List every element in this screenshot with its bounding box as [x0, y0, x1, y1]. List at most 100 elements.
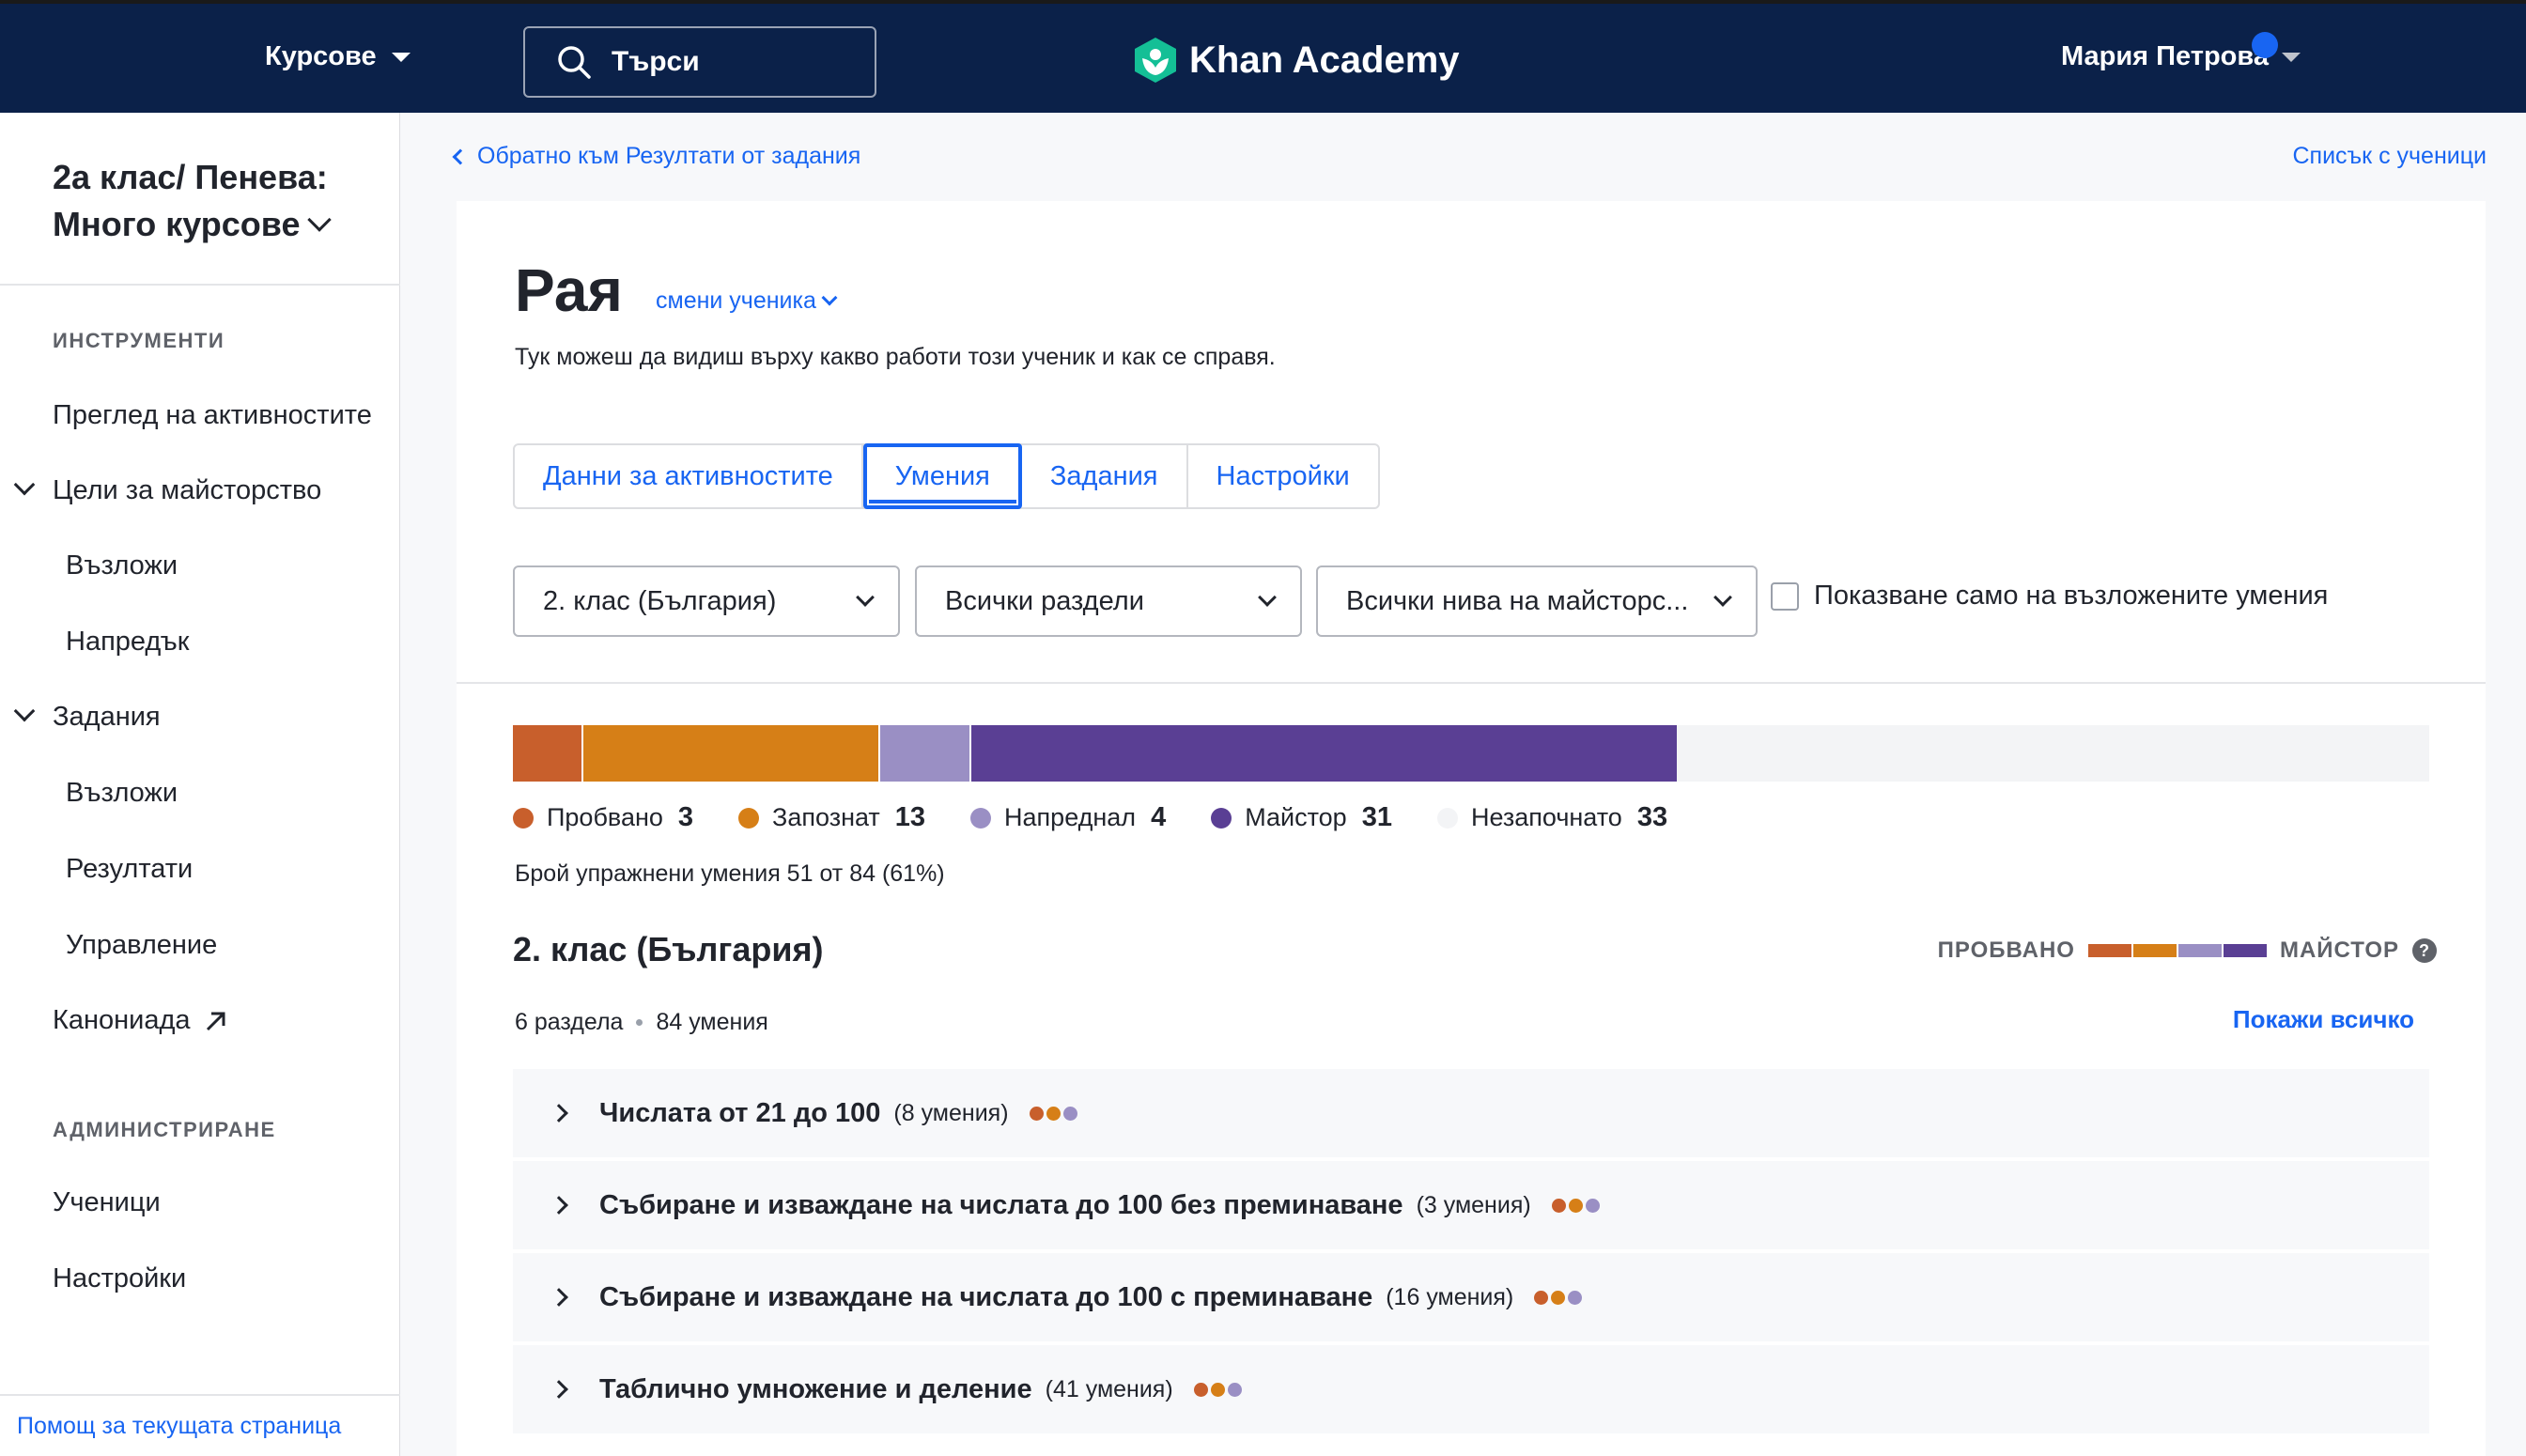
mastery-segment-mastered — [969, 725, 1677, 782]
show-all-button[interactable]: Покажи всичко — [2233, 1005, 2414, 1034]
legend-count: 33 — [1636, 802, 1668, 832]
chevron-down-icon[interactable] — [13, 700, 36, 722]
units-count: 6 раздела — [515, 1009, 624, 1035]
chevron-right-icon — [550, 1288, 568, 1307]
chevron-down-icon — [821, 289, 838, 305]
top-navigation: Курсове Khan Academy Мария Петрова — [0, 0, 2526, 113]
search-icon — [558, 46, 591, 79]
khan-academy-logo[interactable]: Khan Academy — [1131, 36, 1460, 85]
unit-progress-dots — [1534, 1290, 1583, 1305]
chevron-down-icon — [856, 588, 875, 607]
class-title: 2а клас/ Пенева: Много курсове — [53, 158, 328, 243]
sidebar-divider — [0, 1394, 400, 1396]
chevron-down-icon — [1258, 588, 1277, 607]
units-select-value: Всички раздели — [945, 585, 1144, 616]
scale-segment — [2132, 944, 2177, 957]
sidebar-item-students[interactable]: Ученици — [53, 1187, 161, 1218]
legend-count: 31 — [1361, 802, 1392, 832]
tab-settings[interactable]: Настройки — [1188, 445, 1378, 507]
skills-count: 84 умения — [656, 1009, 768, 1035]
sidebar-item-activity-overview[interactable]: Преглед на активностите — [53, 400, 372, 431]
legend-item-not-started: Незапочнато 33 — [1436, 802, 1668, 833]
unit-row[interactable]: Събиране и изваждане на числата до 100 б… — [513, 1161, 2429, 1251]
sidebar-item-assignments[interactable]: Задания — [53, 702, 161, 733]
sidebar-item-kanoniada[interactable]: Канониада — [53, 1005, 228, 1036]
assigned-only-toggle[interactable]: Показване само на възложените умения — [1771, 581, 2328, 612]
sidebar-item-assignments-assign[interactable]: Възложи — [66, 778, 178, 809]
change-student-button[interactable]: смени ученика — [656, 287, 838, 315]
course-select[interactable]: 2. клас (България) — [513, 565, 900, 637]
chevron-left-icon — [452, 148, 469, 164]
tab-skills[interactable]: Умения — [862, 443, 1022, 509]
unit-progress-dots — [1029, 1106, 1077, 1121]
class-selector[interactable]: 2а клас/ Пенева: Много курсове — [53, 154, 372, 248]
mastery-segment-familiar — [581, 725, 878, 782]
sidebar-item-mastery-progress[interactable]: Напредък — [66, 627, 190, 658]
unit-skill-count: (41 умения) — [1045, 1375, 1173, 1402]
courses-menu-button[interactable]: Курсове — [265, 41, 411, 72]
tab-assignments[interactable]: Задания — [1022, 445, 1188, 507]
sidebar-item-assignments-manage[interactable]: Управление — [66, 930, 217, 961]
page-subtitle: Тук можеш да видиш върху какво работи то… — [515, 344, 1276, 370]
mastery-level-select[interactable]: Всички нива на майсторс... — [1316, 565, 1758, 637]
attempted-dot-icon — [513, 807, 534, 829]
legend-item-familiar: Запознат 13 — [738, 802, 925, 833]
legend-count: 3 — [677, 802, 694, 832]
chevron-right-icon — [550, 1104, 568, 1123]
chevron-right-icon — [550, 1380, 568, 1399]
question-mark-icon[interactable]: ? — [2412, 938, 2437, 963]
chevron-right-icon — [550, 1196, 568, 1215]
unit-progress-dots — [1551, 1198, 1600, 1213]
assigned-only-label: Показване само на възложените умения — [1814, 581, 2329, 611]
legend-item-mastered: Майстор 31 — [1211, 802, 1392, 833]
scale-low-label: ПРОБВАНО — [1937, 937, 2075, 963]
chevron-down-icon — [1713, 588, 1732, 607]
unit-row[interactable]: Числата от 21 до 100 (8 умения) — [513, 1069, 2429, 1159]
legend-count: 13 — [894, 802, 926, 832]
sidebar-item-settings[interactable]: Настройки — [53, 1263, 186, 1294]
unit-row[interactable]: Таблично умножение и деление (41 умения) — [513, 1345, 2429, 1435]
student-name: Рая — [515, 256, 623, 324]
chevron-down-icon[interactable] — [13, 473, 36, 496]
caret-down-icon — [2281, 52, 2301, 62]
chevron-down-icon — [307, 208, 333, 232]
khan-leaf-icon — [1135, 38, 1176, 83]
sidebar-item-mastery-goals[interactable]: Цели за майсторство — [53, 475, 321, 506]
back-to-assignment-results-link[interactable]: Обратно към Резултати от задания — [452, 143, 861, 170]
search-input[interactable] — [612, 46, 856, 78]
back-link-label: Обратно към Резултати от задания — [477, 143, 861, 169]
sidebar-item-mastery-assign[interactable]: Възложи — [66, 550, 178, 581]
scale-segment — [2177, 944, 2222, 957]
mastery-segment-not-started — [1676, 725, 2429, 782]
course-section-title: 2. клас (България) — [513, 930, 824, 968]
sidebar-item-assignments-results[interactable]: Резултати — [66, 854, 193, 885]
unit-row[interactable]: Събиране и изваждане на числата до 100 с… — [513, 1253, 2429, 1343]
legend-label: Напреднал — [1004, 803, 1137, 831]
student-list-link[interactable]: Списък с ученици — [2293, 143, 2487, 170]
unit-title: Таблично умножение и деление — [599, 1373, 1032, 1404]
scale-high-label: МАЙСТОР — [2279, 937, 2399, 963]
units-select[interactable]: Всички раздели — [915, 565, 1302, 637]
scale-segment — [2223, 944, 2267, 957]
not-started-dot-icon — [1436, 807, 1458, 829]
user-menu-button[interactable]: Мария Петрова — [2061, 32, 2301, 72]
caret-down-icon — [391, 52, 411, 62]
courses-label: Курсове — [265, 41, 377, 71]
sidebar-section-tools: ИНСТРУМЕНТИ — [53, 329, 225, 352]
unit-progress-dots — [1193, 1382, 1242, 1397]
unit-title: Числата от 21 до 100 — [599, 1097, 881, 1128]
mastery-scale: ПРОБВАНО МАЙСТОР ? — [1938, 937, 2437, 964]
assigned-only-checkbox[interactable] — [1771, 581, 1799, 611]
unit-title: Събиране и изваждане на числата до 100 б… — [599, 1189, 1403, 1220]
tab-activity-data[interactable]: Данни за активностите — [515, 445, 863, 507]
help-current-page-link[interactable]: Помощ за текущата страница — [17, 1413, 341, 1440]
mastered-dot-icon — [1211, 807, 1232, 829]
course-section-meta: 6 раздела 84 умения — [515, 1009, 768, 1036]
mastery-level-select-value: Всички нива на майсторс... — [1346, 585, 1689, 616]
notification-dot-icon — [2251, 32, 2278, 58]
search-box[interactable] — [523, 26, 876, 98]
student-skills-card: Рая смени ученика Тук можеш да видиш вър… — [457, 201, 2486, 1456]
exercised-skills-summary: Брой упражнени умения 51 от 84 (61%) — [515, 860, 945, 887]
legend-count: 4 — [1151, 802, 1167, 832]
change-student-label: смени ученика — [656, 287, 816, 314]
